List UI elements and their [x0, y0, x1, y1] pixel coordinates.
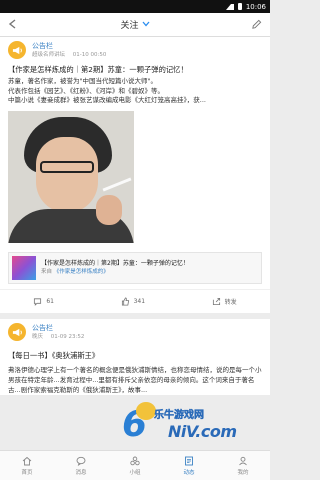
- tab-home[interactable]: 首页: [0, 451, 54, 480]
- tab-label: 动态: [183, 469, 195, 476]
- post-author[interactable]: 公告栏: [32, 42, 106, 51]
- post-meta: 晚庆 01-09 23:52: [32, 333, 84, 341]
- feed-post[interactable]: 公告栏 超级名师讲坛 01-10 00:50 【作家是怎样炼成的｜第2期】苏童：…: [0, 37, 270, 314]
- shared-source-prefix: 来自: [41, 269, 53, 276]
- like-count: 341: [133, 298, 146, 306]
- post-title[interactable]: 【每日一书】《奥狄浦斯王》: [0, 350, 270, 361]
- group-icon: [130, 456, 140, 465]
- battery-icon: [237, 3, 242, 10]
- share-label: 转发: [224, 299, 237, 307]
- back-arrow-icon: [8, 18, 16, 29]
- page-title: 关注: [120, 21, 139, 31]
- compose-button[interactable]: [242, 19, 262, 30]
- feed-post[interactable]: 公告栏 晚庆 01-09 23:52 【每日一书】《奥狄浦斯王》 弗洛伊德心理学…: [0, 319, 270, 396]
- like-button[interactable]: 341: [121, 297, 145, 306]
- post-author[interactable]: 公告栏: [32, 324, 84, 333]
- tab-me[interactable]: 我的: [216, 451, 270, 480]
- tab-label: 小组: [129, 469, 141, 476]
- post-header: 公告栏 超级名师讲坛 01-10 00:50: [0, 37, 270, 62]
- thumbs-up-icon: [121, 297, 129, 306]
- post-body[interactable]: 弗洛伊德心理学上有一个著名的概念便是俄狄浦斯情结，也称恋母情结，说的是每一个小男…: [0, 364, 270, 395]
- post-actions: 61 341 转发: [0, 289, 270, 313]
- tab-groups[interactable]: 小组: [108, 451, 162, 480]
- signal-icon: [225, 3, 234, 10]
- tab-label: 消息: [75, 469, 87, 476]
- shared-thumbnail: [12, 256, 36, 281]
- post-body[interactable]: 苏童，著名作家，被誉为"中国当代短篇小说大师"。 代表作包括《园艺》、《红粉》、…: [0, 75, 270, 106]
- bottom-tab-bar: 首页 消息 小组 动态 我的: [0, 450, 270, 480]
- megaphone-icon: [12, 328, 22, 336]
- status-bar: 10:06: [0, 0, 270, 13]
- home-icon: [22, 456, 32, 465]
- feed-icon: [185, 456, 193, 465]
- avatar[interactable]: [8, 41, 26, 59]
- share-button[interactable]: 转发: [212, 297, 237, 306]
- feed-list[interactable]: 公告栏 超级名师讲坛 01-10 00:50 【作家是怎样炼成的｜第2期】苏童：…: [0, 37, 270, 450]
- pencil-icon: [252, 19, 262, 29]
- message-icon: [76, 456, 86, 466]
- user-icon: [239, 456, 247, 465]
- shared-link-card[interactable]: 【作家是怎样炼成的｜第2期】苏童：一颗子弹的记忆！ 来自 《作家是怎样炼成的》: [8, 252, 262, 285]
- back-button[interactable]: [8, 17, 28, 33]
- comment-count: 61: [46, 298, 54, 306]
- chevron-down-icon: [142, 20, 150, 29]
- post-title[interactable]: 【作家是怎样炼成的｜第2期】苏童：一颗子弹的记忆！: [0, 64, 270, 75]
- avatar[interactable]: [8, 323, 26, 342]
- post-meta: 超级名师讲坛 01-10 00:50: [32, 51, 106, 59]
- comment-icon: [34, 298, 42, 306]
- tab-label: 首页: [21, 469, 33, 476]
- post-sub-label: 超级名师讲坛: [32, 51, 66, 58]
- megaphone-icon: [12, 46, 22, 54]
- post-time: 01-09 23:52: [50, 333, 85, 340]
- feed-filter-dropdown[interactable]: 关注: [28, 18, 242, 31]
- shared-source-link[interactable]: 《作家是怎样炼成的》: [54, 269, 109, 275]
- post-sub-label: 晚庆: [32, 333, 44, 340]
- share-icon: [212, 298, 220, 306]
- tab-feed[interactable]: 动态: [162, 451, 216, 480]
- comment-button[interactable]: 61: [33, 297, 54, 306]
- tab-messages[interactable]: 消息: [54, 451, 108, 480]
- post-header: 公告栏 晚庆 01-09 23:52: [0, 319, 270, 344]
- shared-title: 【作家是怎样炼成的｜第2期】苏童：一颗子弹的记忆！: [41, 260, 189, 268]
- top-bar: 关注: [0, 13, 270, 37]
- post-time: 01-10 00:50: [72, 51, 107, 58]
- tab-label: 我的: [237, 469, 249, 476]
- shared-source: 来自 《作家是怎样炼成的》: [41, 268, 189, 277]
- status-time: 10:06: [245, 2, 266, 11]
- post-photo[interactable]: [8, 111, 134, 244]
